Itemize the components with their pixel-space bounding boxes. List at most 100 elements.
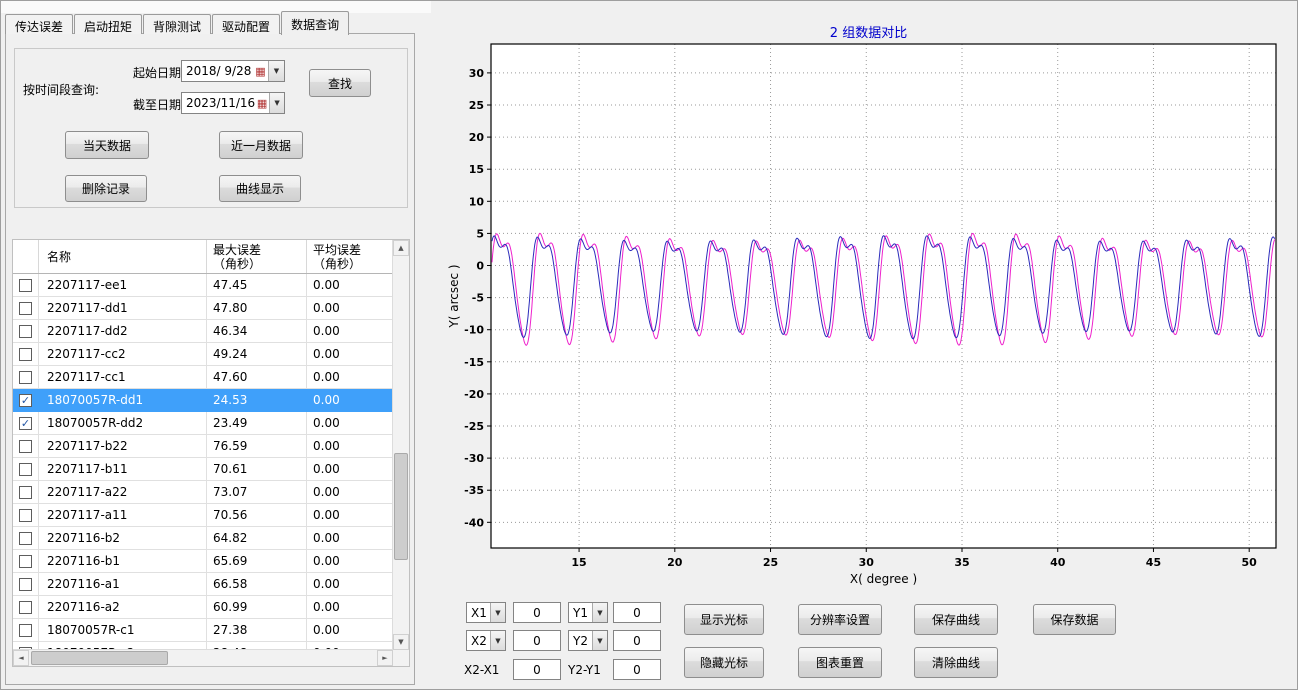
row-checkbox[interactable] [19,624,32,637]
table-row[interactable]: 2207117-a2273.070.00 [13,481,393,504]
end-date-picker[interactable]: 2023/11/16 ▦ ▼ [181,92,285,114]
row-checkbox[interactable] [19,440,32,453]
calendar-icon: ▦ [253,65,268,78]
top-strip [1,1,431,13]
resolution-settings-button[interactable]: 分辨率设置 [798,604,882,635]
today-data-button[interactable]: 当天数据 [65,131,149,159]
table-row[interactable]: ✓18070057R-dd124.530.00 [13,389,393,412]
search-button[interactable]: 查找 [309,69,371,97]
cell-avg-error: 0.00 [307,320,393,343]
y2-combo[interactable]: Y2 ▼ [568,630,608,651]
cell-avg-error: 0.00 [307,412,393,435]
save-curve-button[interactable]: 保存曲线 [914,604,998,635]
chevron-down-icon[interactable]: ▼ [592,631,607,650]
table-row[interactable]: 2207117-b2276.590.00 [13,435,393,458]
show-cursor-button[interactable]: 显示光标 [684,604,764,635]
y2-value-input[interactable] [613,630,661,651]
horizontal-scrollbar[interactable]: ◄ ► [13,649,393,666]
delete-record-button[interactable]: 删除记录 [65,175,147,202]
chevron-down-icon[interactable]: ▼ [268,61,284,81]
table-row[interactable]: 2207117-dd246.340.00 [13,320,393,343]
table-row[interactable]: 18070057R-c127.380.00 [13,619,393,642]
row-checkbox[interactable] [19,279,32,292]
tab-3[interactable]: 背隙测试 [143,14,211,34]
save-data-button[interactable]: 保存数据 [1033,604,1116,635]
row-checkbox[interactable]: ✓ [19,394,32,407]
row-checkbox[interactable] [19,302,32,315]
x1-value-input[interactable] [513,602,561,623]
row-checkbox[interactable] [19,486,32,499]
chevron-down-icon[interactable]: ▼ [269,93,284,113]
vertical-scroll-thumb[interactable] [394,453,408,560]
chart-panel: 2 组数据对比 1520253035404550302520151050-5-1… [431,1,1298,690]
x2-value-input[interactable] [513,630,561,651]
table-row[interactable]: 2207117-b1170.610.00 [13,458,393,481]
row-checkbox-cell [13,573,39,596]
tab-4[interactable]: 驱动配置 [212,14,280,34]
scroll-left-icon[interactable]: ◄ [13,650,29,666]
row-checkbox[interactable] [19,578,32,591]
chevron-down-icon[interactable]: ▼ [592,603,607,622]
tab-5[interactable]: 数据查询 [281,11,349,35]
dy-value-input[interactable] [613,659,661,680]
scroll-right-icon[interactable]: ► [377,650,393,666]
chevron-down-icon[interactable]: ▼ [490,631,505,650]
table-row[interactable]: 2207117-a1170.560.00 [13,504,393,527]
vertical-scrollbar[interactable]: ▲ ▼ [392,240,409,650]
table-row[interactable]: ✓18070057R-dd223.490.00 [13,412,393,435]
table-row[interactable]: 2207116-a166.580.00 [13,573,393,596]
tab-2[interactable]: 启动扭矩 [74,14,142,34]
y1-value-input[interactable] [613,602,661,623]
curve-display-button[interactable]: 曲线显示 [219,175,301,202]
row-checkbox-cell [13,596,39,619]
row-checkbox[interactable] [19,348,32,361]
cell-avg-error: 0.00 [307,619,393,642]
table-row[interactable]: 2207117-cc147.600.00 [13,366,393,389]
row-checkbox-cell [13,366,39,389]
row-checkbox-cell [13,619,39,642]
scroll-up-icon[interactable]: ▲ [393,240,409,256]
horizontal-scroll-thumb[interactable] [31,651,168,665]
svg-text:-10: -10 [464,324,484,337]
row-checkbox[interactable] [19,555,32,568]
end-date-label: 截至日期 [133,96,181,113]
cell-name: 2207117-dd1 [39,297,207,320]
x2-combo[interactable]: X2 ▼ [466,630,506,651]
row-checkbox[interactable] [19,463,32,476]
table-row[interactable]: 2207117-ee147.450.00 [13,274,393,297]
cell-avg-error: 0.00 [307,550,393,573]
dx-value-input[interactable] [513,659,561,680]
row-checkbox[interactable] [19,601,32,614]
x1-combo[interactable]: X1 ▼ [466,602,506,623]
hide-cursor-button[interactable]: 隐藏光标 [684,647,764,678]
row-checkbox-cell [13,550,39,573]
row-checkbox[interactable] [19,371,32,384]
cell-name: 2207116-b1 [39,550,207,573]
tab-bar: 传达误差启动扭矩背隙测试驱动配置数据查询 [5,13,350,34]
table-row[interactable]: 2207116-a260.990.00 [13,596,393,619]
app-window: 传达误差启动扭矩背隙测试驱动配置数据查询 按时间段查询: 起始日期 2018/ … [0,0,1298,690]
table-row[interactable]: 2207117-cc249.240.00 [13,343,393,366]
table-row[interactable]: 2207117-dd147.800.00 [13,297,393,320]
clear-curve-button[interactable]: 清除曲线 [914,647,998,678]
row-checkbox[interactable] [19,532,32,545]
cell-name: 2207117-dd2 [39,320,207,343]
y1-combo[interactable]: Y1 ▼ [568,602,608,623]
last-month-data-button[interactable]: 近一月数据 [219,131,303,159]
cell-avg-error: 0.00 [307,343,393,366]
row-checkbox[interactable]: ✓ [19,417,32,430]
chart-reset-button[interactable]: 图表重置 [798,647,882,678]
tab-1[interactable]: 传达误差 [5,14,73,34]
table-row[interactable]: 2207116-b264.820.00 [13,527,393,550]
chart-svg[interactable]: 1520253035404550302520151050-5-10-15-20-… [446,39,1291,589]
row-checkbox-cell [13,343,39,366]
svg-text:0: 0 [476,260,484,273]
chevron-down-icon[interactable]: ▼ [490,603,505,622]
start-date-picker[interactable]: 2018/ 9/28 ▦ ▼ [181,60,285,82]
scroll-down-icon[interactable]: ▼ [393,634,409,650]
row-checkbox-cell [13,504,39,527]
row-checkbox[interactable] [19,325,32,338]
table-row[interactable]: 2207116-b165.690.00 [13,550,393,573]
row-checkbox[interactable] [19,509,32,522]
header-max-error: 最大误差 （角秒） [207,240,307,273]
